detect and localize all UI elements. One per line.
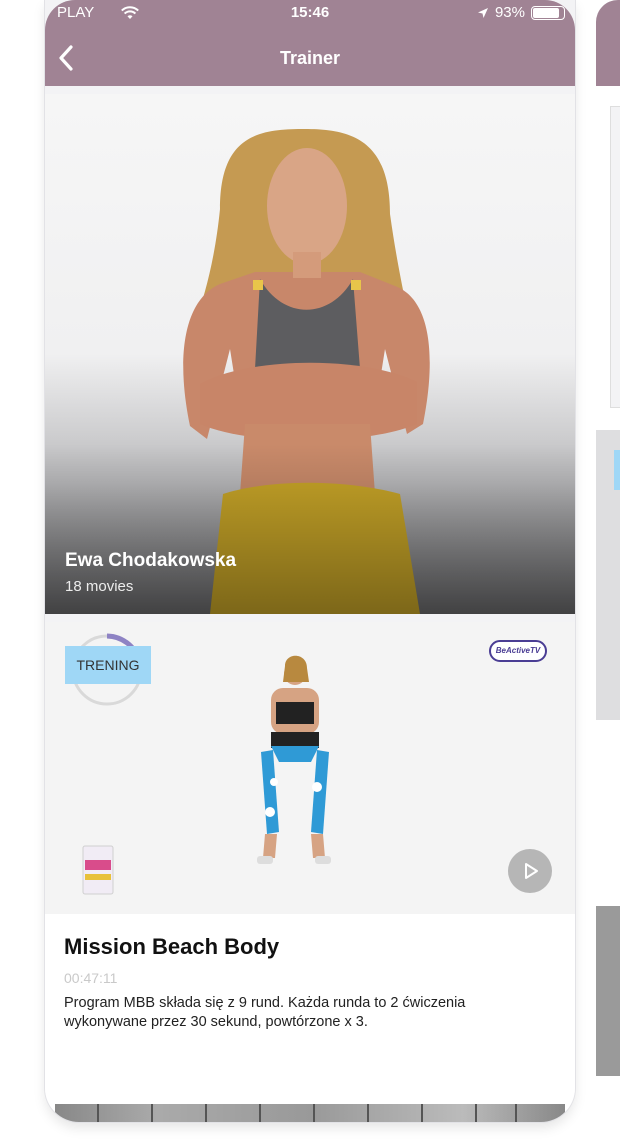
peek-badge (614, 450, 620, 490)
video-title: Mission Beach Body (64, 934, 280, 959)
peek-card (596, 720, 620, 910)
video-description: Program MBB składa się z 9 rund. Każda r… (64, 995, 466, 1030)
next-screen-peek (596, 0, 620, 1144)
trainer-name: Ewa Chodakowska (65, 550, 237, 571)
movies-count: 18 movies (65, 578, 134, 595)
battery-icon (531, 5, 565, 20)
play-icon (525, 863, 538, 879)
status-bar: PLAY 15:46 93% (45, 4, 575, 24)
video-duration: 00:47:11 (64, 970, 118, 986)
battery-percent: 93% (494, 4, 525, 21)
status-right: 93% (477, 4, 565, 21)
nav-header: PLAY 15:46 93% Trainer (45, 0, 575, 86)
peek-panel (610, 106, 620, 408)
play-button[interactable] (508, 849, 552, 893)
location-arrow-icon (477, 7, 488, 18)
app-screen: PLAY 15:46 93% Trainer Ewa Chodakowska 1… (45, 0, 575, 1122)
peek-header (596, 0, 620, 86)
video-thumbnail: TRENING BeActiveTV (45, 622, 575, 914)
page-title: Trainer (279, 48, 341, 68)
channel-logo: BeActiveTV (489, 640, 547, 662)
trainer-hero[interactable]: Ewa Chodakowska 18 movies (45, 94, 575, 614)
peek-image-2 (596, 906, 620, 1076)
video-card[interactable]: TRENING BeActiveTV Mission Beach Body 00… (45, 622, 575, 1122)
next-card-preview[interactable] (55, 1104, 565, 1122)
category-badge: TRENING (65, 646, 151, 684)
